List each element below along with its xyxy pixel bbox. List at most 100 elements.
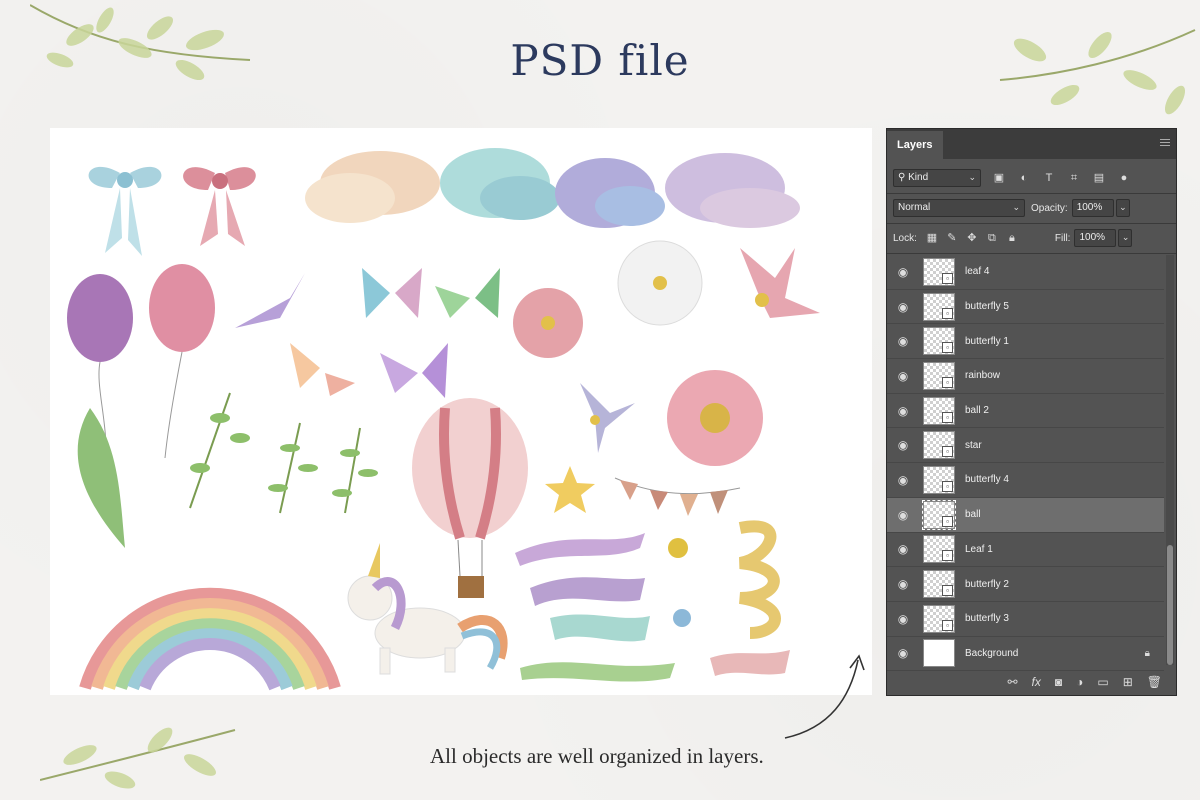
- leaf-sprigs: [77, 392, 378, 548]
- filter-toggle-icon[interactable]: ●: [1117, 171, 1131, 185]
- layer-name: star: [965, 439, 982, 451]
- opacity-value: 100%: [1076, 202, 1103, 213]
- lock-artboard-icon[interactable]: ⧉: [985, 231, 999, 245]
- blend-mode-label: Normal: [898, 202, 931, 213]
- adjustment-filter-icon[interactable]: ◐: [1017, 171, 1031, 185]
- clipart-illustration: [67, 148, 820, 691]
- layer-name: butterfly 3: [965, 613, 1009, 625]
- layer-name: Background: [965, 647, 1019, 659]
- smart-object-icon: ▫: [942, 342, 953, 354]
- layers-list: ◉ ▫ leaf 4 ◉ ▫ butterfly 5 ◉ ▫ butterfly…: [887, 255, 1164, 672]
- visibility-eye-icon[interactable]: ◉: [887, 404, 919, 418]
- layer-thumbnail: ▫: [923, 396, 955, 425]
- layer-row[interactable]: ◉ ▫ butterfly 3: [887, 602, 1164, 637]
- artboard-canvas: [50, 128, 872, 695]
- fill-value: 100%: [1079, 232, 1106, 243]
- shape-filter-icon[interactable]: ⌗: [1067, 171, 1081, 185]
- new-group-icon[interactable]: ▭: [1097, 675, 1108, 689]
- layers-scrollbar[interactable]: [1166, 255, 1174, 665]
- blue-bow: [88, 166, 162, 256]
- layer-thumbnail: ▫: [923, 361, 955, 390]
- new-layer-icon[interactable]: ⊞: [1123, 675, 1133, 689]
- visibility-eye-icon[interactable]: ◉: [887, 300, 919, 314]
- lock-all-icon[interactable]: 🔒︎: [1005, 231, 1019, 245]
- panel-menu-icon[interactable]: [1160, 139, 1170, 146]
- smart-object-filter-icon[interactable]: ▤: [1092, 171, 1106, 185]
- opacity-input[interactable]: 100%: [1071, 199, 1114, 217]
- link-layers-icon[interactable]: ⚯: [1007, 675, 1017, 689]
- layer-lock-icon: 🔒︎: [1144, 647, 1150, 659]
- layer-row[interactable]: ◉ ▫ star: [887, 428, 1164, 464]
- visibility-eye-icon[interactable]: ◉: [887, 265, 919, 279]
- layer-row[interactable]: ◉ ▫ butterfly 4: [887, 463, 1164, 498]
- layer-thumbnail: ▫: [923, 465, 955, 494]
- layer-name: leaf 4: [965, 266, 990, 278]
- layer-name: ball 2: [965, 405, 989, 417]
- blend-row: Normal ⌄ Opacity: 100% ⌄: [893, 199, 1176, 217]
- blend-mode-select[interactable]: Normal ⌄: [893, 199, 1025, 217]
- visibility-eye-icon[interactable]: ◉: [887, 508, 919, 522]
- ribbons: [515, 520, 790, 682]
- visibility-eye-icon[interactable]: ◉: [887, 577, 919, 591]
- layer-thumbnail: ▫: [923, 535, 955, 564]
- panel-bottom-toolbar: ⚯ fx ◙ ◑ ▭ ⊞ 🗑︎: [887, 669, 1176, 695]
- layer-row[interactable]: ◉ ▫ butterfly 5: [887, 290, 1164, 325]
- layer-row[interactable]: ◉ ▫ butterfly 1: [887, 324, 1164, 360]
- butterflies: [235, 268, 500, 398]
- smart-object-icon: ▫: [942, 272, 953, 284]
- filter-kind-select[interactable]: ⚲ Kind ⌄: [893, 169, 981, 187]
- lock-image-icon[interactable]: ✎: [945, 231, 959, 245]
- layer-row[interactable]: ◉ ▫ leaf 4: [887, 255, 1164, 290]
- visibility-eye-icon[interactable]: ◉: [887, 542, 919, 556]
- leaf-decoration-bottom-left: [40, 727, 236, 789]
- layer-row[interactable]: ◉ Background 🔒︎: [887, 637, 1164, 672]
- chevron-down-icon: ⌄: [968, 172, 976, 182]
- layer-thumbnail: ▫: [923, 327, 955, 356]
- visibility-eye-icon[interactable]: ◉: [887, 334, 919, 348]
- page-title: PSD file: [510, 36, 690, 85]
- layer-thumbnail: ▫: [922, 499, 956, 530]
- layer-row[interactable]: ◉ ▫ Leaf 1: [887, 533, 1164, 568]
- visibility-eye-icon[interactable]: ◉: [887, 612, 919, 626]
- layer-thumbnail: ▫: [923, 257, 955, 286]
- visibility-eye-icon[interactable]: ◉: [887, 646, 919, 660]
- layer-row-selected[interactable]: ◉ ▫ ball: [887, 497, 1164, 533]
- layer-thumbnail: [923, 639, 955, 668]
- rainbow: [79, 587, 341, 691]
- lock-position-icon[interactable]: ✥: [965, 231, 979, 245]
- type-filter-icon[interactable]: T: [1042, 171, 1056, 185]
- layer-row[interactable]: ◉ ▫ ball 2: [887, 394, 1164, 429]
- filter-row: ⚲ Kind ⌄ ▣ ◐ T ⌗ ▤ ●: [893, 169, 1176, 187]
- visibility-eye-icon[interactable]: ◉: [887, 369, 919, 383]
- panel-tab-bar: Layers: [887, 129, 1176, 159]
- fx-icon[interactable]: fx: [1032, 675, 1041, 689]
- scrollbar-thumb[interactable]: [1167, 545, 1173, 665]
- smart-object-icon: ▫: [942, 376, 953, 388]
- unicorn: [347, 543, 508, 675]
- new-adjustment-icon[interactable]: ◑: [1076, 675, 1083, 689]
- panel-divider: [887, 253, 1176, 254]
- delete-layer-icon[interactable]: 🗑︎: [1147, 675, 1162, 689]
- smart-object-icon: ▫: [942, 307, 953, 319]
- visibility-eye-icon[interactable]: ◉: [887, 473, 919, 487]
- layers-panel: Layers ⚲ Kind ⌄ ▣ ◐ T ⌗ ▤ ● Normal ⌄ Opa…: [886, 128, 1177, 696]
- layer-row[interactable]: ◉ ▫ rainbow: [887, 359, 1164, 394]
- image-filter-icon[interactable]: ▣: [992, 171, 1006, 185]
- opacity-dropdown[interactable]: ⌄: [1115, 199, 1130, 217]
- fill-dropdown[interactable]: ⌄: [1118, 229, 1133, 247]
- bunting: [614, 477, 741, 516]
- tab-layers[interactable]: Layers: [887, 131, 943, 159]
- fill-input[interactable]: 100%: [1074, 229, 1117, 247]
- visibility-eye-icon[interactable]: ◉: [887, 438, 919, 452]
- panel-divider: [887, 223, 1176, 224]
- layer-thumbnail: ▫: [923, 570, 955, 599]
- search-icon: ⚲: [898, 172, 906, 183]
- smart-object-icon: ▫: [942, 411, 953, 423]
- lock-transparent-icon[interactable]: ▦: [925, 231, 939, 245]
- layer-row[interactable]: ◉ ▫ butterfly 2: [887, 567, 1164, 602]
- caption-text: All objects are well organized in layers…: [430, 744, 764, 768]
- add-mask-icon[interactable]: ◙: [1055, 675, 1062, 689]
- chevron-down-icon: ⌄: [1119, 202, 1127, 212]
- smart-object-icon: ▫: [942, 619, 953, 631]
- curved-arrow: [784, 654, 865, 739]
